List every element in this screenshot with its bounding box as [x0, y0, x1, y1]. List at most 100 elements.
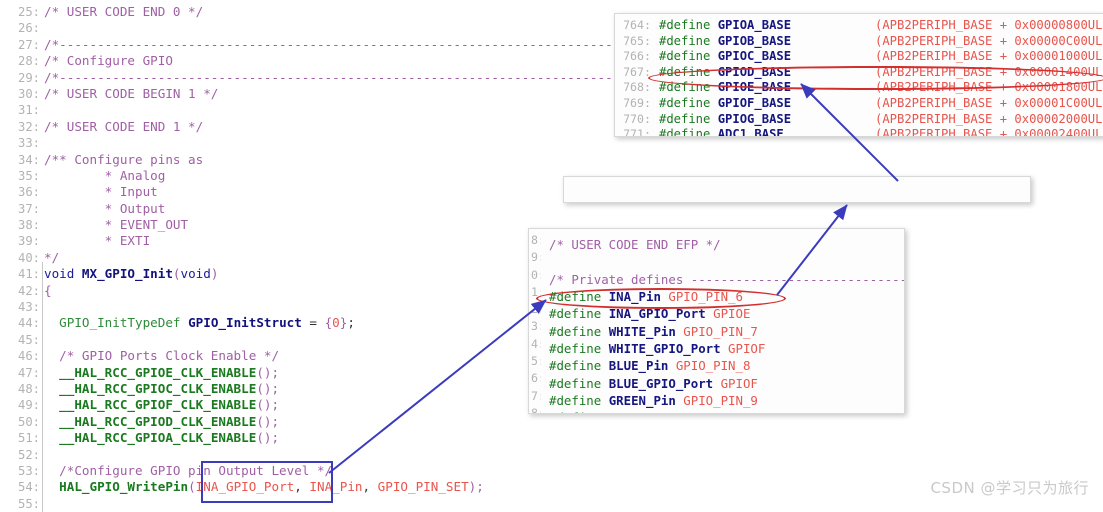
editor-line[interactable]: 26:	[6, 20, 643, 36]
define-symbol: GPIOC_BASE	[717, 49, 792, 64]
code-token: /*--------------------------------------…	[44, 69, 643, 85]
line-number: 53:	[17, 463, 40, 478]
line-number: 35:	[17, 168, 40, 183]
line-number: 41:	[17, 267, 40, 282]
line-number: 42:	[17, 283, 40, 298]
editor-line[interactable]: 31:	[6, 102, 643, 118]
editor-line[interactable]: 37: * Output	[6, 201, 643, 217]
editor-line[interactable]: 28: /* Configure GPIO	[6, 53, 643, 69]
csdn-watermark: CSDN @学习只为旅行	[930, 479, 1089, 497]
line-text: __HAL_RCC_GPIOC_CLK_ENABLE();	[44, 381, 279, 397]
private-define-row[interactable]: 3:#define WHITE_Pin GPIO_PIN_7	[529, 318, 904, 338]
private-define-row[interactable]: 0:/* Private defines -------------------…	[529, 267, 904, 287]
line-text: {	[44, 283, 52, 299]
line-number: 25:	[17, 5, 40, 19]
line-number: 31:	[17, 103, 40, 118]
private-define-row[interactable]: 6:#define BLUE_GPIO_Port GPIOF	[529, 370, 904, 390]
code-token: #define	[549, 410, 609, 413]
code-token: HAL_GPIO_WritePin	[59, 479, 189, 495]
code-token: MX_GPIO_Init	[81, 266, 173, 282]
code-token: /*--------------------------------------…	[44, 36, 643, 52]
line-number: 54:	[17, 480, 40, 495]
line-text: __HAL_RCC_GPIOF_CLK_ENABLE();	[44, 397, 279, 413]
define-lhs: #define GPIOG_BASE	[659, 112, 791, 128]
code-token: void	[44, 266, 82, 282]
editor-line[interactable]: 50: __HAL_RCC_GPIOD_CLK_ENABLE();	[6, 414, 643, 430]
private-define-row[interactable]: 4:#define WHITE_GPIO_Port GPIOF	[529, 336, 904, 356]
line-number: 38:	[17, 218, 40, 233]
popup-private-defines[interactable]: 8:/* USER CODE END EFP */9: 0:/* Private …	[528, 228, 905, 414]
popup-gpioe-define[interactable]: 3 #define GPIOE ((GPIO_TypeDef *)GPIOE_B…	[563, 176, 1031, 203]
line-number: 769:	[623, 95, 651, 110]
line-text: * EXTI	[44, 233, 151, 249]
editor-line[interactable]: 51: __HAL_RCC_GPIOA_CLK_ENABLE();	[6, 430, 643, 446]
base-define-row[interactable]: 765: #define GPIOB_BASE (APB2PERIPH_BASE +…	[615, 34, 1103, 50]
line-number: 30:	[17, 86, 40, 101]
private-define-row[interactable]: 8:#define GREEN_GPIO_Port GPIOF	[529, 405, 904, 413]
code-token: (	[188, 479, 196, 495]
define-value: (APB2PERIPH_BASE + 0x00001000UL)	[875, 49, 1103, 64]
annotation-ellipse-ina-gpio-port	[536, 288, 786, 309]
define-keyword: #define	[659, 33, 718, 48]
private-define-row[interactable]: 7:#define GREEN_Pin GPIO_PIN_9	[529, 388, 904, 408]
line-number: 766:	[623, 49, 651, 64]
line-number: 55:	[17, 496, 40, 511]
editor-line[interactable]: 32: /* USER CODE END 1 */	[6, 119, 643, 135]
line-number: 36:	[17, 185, 40, 200]
line-number: 770:	[623, 111, 651, 126]
line-number: 2:	[531, 302, 541, 317]
editor-line[interactable]: 25: /* USER CODE END 0 */	[6, 4, 643, 20]
line-text: /* GPIO Ports Clock Enable */	[44, 348, 279, 364]
private-define-rows: 8:/* USER CODE END EFP */9: 0:/* Private …	[529, 232, 904, 413]
line-number: 37:	[17, 201, 40, 216]
code-token: /* USER CODE END 0 */	[44, 4, 204, 19]
private-define-row[interactable]: 5:#define BLUE_Pin GPIO_PIN_8	[529, 353, 904, 373]
define-symbol: GPIOA_BASE	[717, 18, 792, 32]
line-text: */	[44, 250, 59, 266]
code-token: * Output	[44, 200, 166, 216]
define-keyword: #define	[659, 127, 718, 137]
editor-line[interactable]: 29: /*-----------------------------------…	[6, 70, 643, 86]
define-value: (APB2PERIPH_BASE + 0x00002000UL)	[875, 111, 1103, 126]
editor-line[interactable]: 30: /* USER CODE BEGIN 1 */	[6, 86, 643, 102]
line-number: 46:	[17, 349, 40, 364]
code-token: GREEN_GPIO_Port	[609, 410, 728, 413]
code-token: ;	[347, 315, 355, 331]
define-symbol: GPIOG_BASE	[717, 111, 792, 126]
base-define-row[interactable]: 769: #define GPIOF_BASE (APB2PERIPH_BASE +…	[615, 96, 1103, 112]
line-text: void MX_GPIO_Init(void)	[44, 266, 218, 282]
line-number: 50:	[17, 414, 40, 429]
line-number: 27:	[17, 37, 40, 52]
define-lhs: #define GPIOA_BASE	[659, 18, 791, 34]
editor-line[interactable]: 36: * Input	[6, 184, 643, 200]
code-token: * EVENT_OUT	[44, 217, 189, 233]
code-token: GPIOF	[728, 410, 765, 413]
editor-line[interactable]: 35: * Analog	[6, 168, 643, 184]
line-number: 7:	[531, 388, 541, 403]
line-text: #define GREEN_GPIO_Port GPIOF	[541, 409, 765, 413]
line-number: 49:	[17, 398, 40, 413]
define-symbol: GPIOB_BASE	[717, 33, 792, 48]
base-define-row[interactable]: 764: #define GPIOA_BASE (APB2PERIPH_BASE +…	[615, 18, 1103, 34]
editor-line[interactable]: 34: /** Configure pins as	[6, 152, 643, 168]
code-token: /* USER CODE END 1 */	[44, 118, 204, 134]
line-number: 51:	[17, 431, 40, 446]
line-number: 771:	[623, 127, 651, 137]
base-define-row[interactable]: 766: #define GPIOC_BASE (APB2PERIPH_BASE +…	[615, 49, 1103, 65]
private-define-row[interactable]: 9:	[529, 249, 904, 266]
code-token: * Analog	[44, 167, 166, 183]
line-text: __HAL_RCC_GPIOD_CLK_ENABLE();	[44, 414, 279, 430]
editor-line[interactable]: 27: /*-----------------------------------…	[6, 37, 643, 53]
code-token: ();	[256, 364, 280, 380]
line-number: 34:	[17, 152, 40, 167]
code-token: /* Configure GPIO	[44, 53, 173, 69]
define-lhs: #define ADC1_BASE	[659, 127, 784, 137]
code-token: /** Configure pins as	[44, 151, 204, 167]
private-define-row[interactable]: 8:/* USER CODE END EFP */	[529, 232, 904, 252]
base-define-row[interactable]: 771: #define ADC1_BASE (APB2PERIPH_BASE + …	[615, 127, 1103, 137]
base-define-row[interactable]: 770: #define GPIOG_BASE (APB2PERIPH_BASE +…	[615, 112, 1103, 128]
editor-line[interactable]: 33:	[6, 135, 643, 151]
